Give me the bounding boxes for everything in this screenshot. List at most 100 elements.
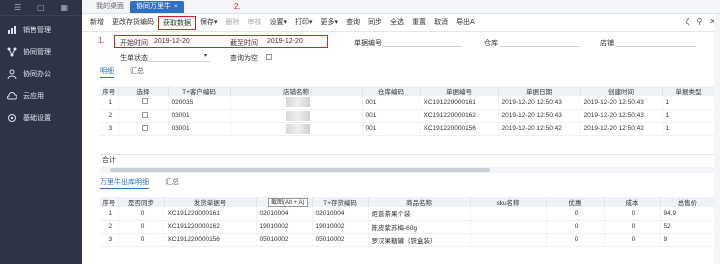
row-select-checkbox[interactable] [141, 98, 148, 105]
start-time-input[interactable]: 2019-12-20 [154, 38, 190, 45]
refresh-icon[interactable]: ζ [686, 17, 690, 26]
annotation-two: 2. [234, 2, 241, 11]
store-input[interactable] [616, 46, 696, 47]
main-area: 我的桌面 协同万里牛 × 2. 新增 更改存货编码 获取数据 保存▾ 删除 审核 … [82, 0, 720, 264]
sidebar-top-bar: ☰ ▢ ▦ [0, 0, 82, 16]
warehouse-label: 仓库 [484, 40, 498, 47]
column-header[interactable]: T+客户编码 [168, 86, 231, 96]
menu-icon[interactable]: ☰ [14, 3, 21, 12]
query-button[interactable]: 查询 [342, 16, 364, 30]
tab-detail[interactable]: 明细 [100, 66, 114, 78]
export-button[interactable]: 导出A [452, 16, 479, 30]
cancel-button[interactable]: 取消 [430, 16, 452, 30]
table-row[interactable]: 3 03001 001 XC191220000156 2019-12-20 12… [100, 122, 716, 136]
column-header[interactable]: sku名称 [470, 197, 547, 207]
row-select-checkbox[interactable] [141, 124, 148, 131]
print-button[interactable]: 打印▾ [291, 16, 317, 30]
column-header[interactable]: 选择 [118, 86, 169, 96]
chevron-down-icon[interactable]: ▾ [204, 52, 207, 59]
column-header[interactable]: 序号 [100, 197, 119, 207]
tab-desktop[interactable]: 我的桌面 [90, 1, 130, 13]
select-all-button[interactable]: 全选 [386, 16, 408, 30]
sidebar-item-label: 基础设置 [23, 114, 51, 122]
tab-wanliniu[interactable]: 协同万里牛 × [130, 1, 184, 13]
search-icon[interactable]: ⚲ [696, 17, 702, 26]
column-header[interactable]: 店铺名称 [230, 86, 363, 96]
column-header[interactable]: 单据日期 [498, 86, 581, 96]
redacted-store-name [285, 97, 310, 108]
column-header[interactable]: 单据类型 [662, 86, 716, 96]
doc-no-input[interactable] [382, 46, 462, 47]
scrollbar-thumb[interactable] [110, 168, 490, 172]
table-header-row: 序号 是否同步 发货单据号 sku编码 T+存货编码 商品名称 sku名称 优惠… [100, 197, 716, 207]
tab-outbound-summary[interactable]: 汇总 [165, 177, 179, 189]
sidebar-item-label: 销售管理 [23, 26, 51, 34]
chart-icon [7, 25, 17, 35]
annotation-one: 1. [98, 36, 105, 45]
table-row[interactable]: 2 0 XC191220000162 19010002 19010002 陈皮紫… [100, 220, 716, 234]
sidebar-item-collab-mgmt[interactable]: 协同管理 [0, 43, 82, 60]
warehouse-input[interactable] [500, 46, 580, 47]
gen-status-label: 生单状态 [120, 55, 148, 62]
end-time-input[interactable]: 2019-12-20 [267, 38, 303, 45]
sidebar-item-label: 协同办公 [23, 70, 51, 78]
query-empty-label: 查询为空 [230, 55, 258, 62]
doc-no-label: 单据编号 [354, 40, 382, 47]
doc-icon[interactable]: ▢ [37, 3, 45, 12]
settings-icon [7, 113, 17, 123]
table-row[interactable]: 1 020035 001 XC191220000161 2019-12-20 1… [100, 96, 716, 110]
detail-tabs: 明细 汇总 [82, 66, 720, 78]
sidebar-item-cloud[interactable]: 云应用 [0, 87, 82, 104]
order-table: 序号 选择 T+客户编码 店铺名称 仓库编码 单据编号 单据日期 创建时间 单据… [100, 86, 716, 136]
sidebar-item-label: 云应用 [23, 92, 44, 100]
column-header[interactable]: 单据编号 [420, 86, 499, 96]
sidebar-item-settings[interactable]: 基础设置 [0, 109, 82, 126]
tab-summary[interactable]: 汇总 [130, 66, 144, 78]
table-row[interactable]: 3 0 XC191220000156 05010002 05010002 罗汉果… [100, 233, 716, 247]
column-header[interactable]: 商品名称 [368, 197, 471, 207]
screenshot-tooltip: 截图(Alt + A) [268, 198, 308, 207]
column-header[interactable]: 序号 [100, 86, 119, 96]
table-row[interactable]: 1 0 XC191220000161 02010004 02010004 炬普茶… [100, 207, 716, 221]
close-icon[interactable]: × [174, 4, 178, 10]
column-header[interactable]: 成本 [604, 197, 661, 207]
column-header[interactable]: 总售价 [660, 197, 716, 207]
query-empty-checkbox[interactable] [266, 54, 272, 60]
node-icon [7, 47, 17, 57]
column-header[interactable]: 创建时间 [580, 86, 663, 96]
row-select-checkbox[interactable] [141, 111, 148, 118]
column-header[interactable]: 仓库编码 [362, 86, 421, 96]
vertical-scrollbar[interactable] [714, 14, 720, 264]
outbound-tabs: 万里牛出库明细 汇总 [100, 177, 179, 189]
more-button[interactable]: 更多▾ [317, 16, 343, 30]
start-time-label: 开始时间 [120, 40, 148, 47]
add-button[interactable]: 新增 [86, 16, 108, 30]
cloud-icon [7, 91, 17, 101]
total-label: 合计 [102, 157, 116, 164]
table-row[interactable]: 2 03001 001 XC191220000162 2019-12-20 12… [100, 109, 716, 123]
column-header[interactable]: 优惠 [546, 197, 605, 207]
gen-status-select[interactable] [148, 61, 210, 62]
grid-icon[interactable]: ▦ [60, 3, 68, 12]
sync-button[interactable]: 同步 [364, 16, 386, 30]
settings-button[interactable]: 设置▾ [266, 16, 292, 30]
outbound-table: 序号 是否同步 发货单据号 sku编码 T+存货编码 商品名称 sku名称 优惠… [100, 197, 716, 247]
reset-button[interactable]: 重置 [408, 16, 430, 30]
fetch-data-button[interactable]: 获取数据 [158, 15, 196, 30]
column-header[interactable]: 发货单据号 [164, 197, 257, 207]
tab-bar: 我的桌面 协同万里牛 × 2. [82, 0, 720, 14]
sidebar-item-collab-office[interactable]: 协同办公 [0, 65, 82, 82]
end-time-label: 截至时间 [230, 40, 258, 47]
audit-button[interactable]: 审核 [244, 16, 266, 30]
sidebar-item-sales[interactable]: 销售管理 [0, 21, 82, 38]
change-code-button[interactable]: 更改存货编码 [108, 16, 158, 30]
column-header[interactable]: 是否同步 [118, 197, 165, 207]
tab-outbound-detail[interactable]: 万里牛出库明细 [100, 177, 149, 189]
delete-button[interactable]: 删除 [222, 16, 244, 30]
redacted-store-name [285, 123, 310, 134]
save-button[interactable]: 保存▾ [196, 16, 222, 30]
toolbar: 新增 更改存货编码 获取数据 保存▾ 删除 审核 设置▾ 打印▾ 更多▾ 查询 … [82, 14, 720, 32]
toolbar-right-icons: ζ ⚲ ✕ [686, 17, 716, 26]
horizontal-scrollbar[interactable] [100, 167, 715, 173]
column-header[interactable]: T+存货编码 [312, 197, 369, 207]
